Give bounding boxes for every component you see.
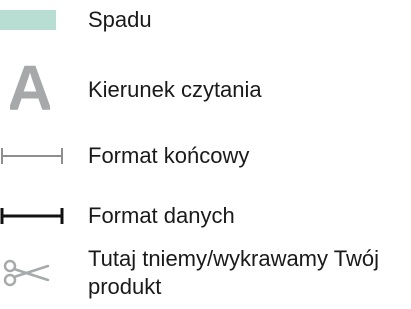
legend-item-final-format: Format końcowy: [0, 140, 411, 180]
bleed-swatch-icon: [0, 10, 56, 30]
legend-item-bleed: Spadu: [0, 0, 411, 44]
final-format-icon: [1, 148, 63, 164]
legend-label-reading-direction: Kierunek czytania: [88, 77, 262, 102]
scissors-icon: [3, 259, 50, 287]
legend-label-cut-line: Tutaj tniemy/wykrawamy Twój produkt: [88, 246, 379, 299]
legend-label-final-format: Format końcowy: [88, 143, 250, 168]
legend-label-bleed: Spadu: [88, 7, 152, 32]
reading-direction-glyph: A: [10, 60, 50, 114]
legend-item-cut-line: Tutaj tniemy/wykrawamy Twój produkt: [0, 244, 411, 308]
legend-item-reading-direction: A Kierunek czytania: [0, 58, 411, 122]
data-format-icon: [0, 208, 64, 224]
legend-item-data-format: Format danych: [0, 200, 411, 240]
reading-direction-icon: A: [10, 60, 50, 114]
legend-label-data-format: Format danych: [88, 203, 235, 228]
print-legend: { "legend": { "items": [ { "icon": "blee…: [0, 0, 411, 309]
